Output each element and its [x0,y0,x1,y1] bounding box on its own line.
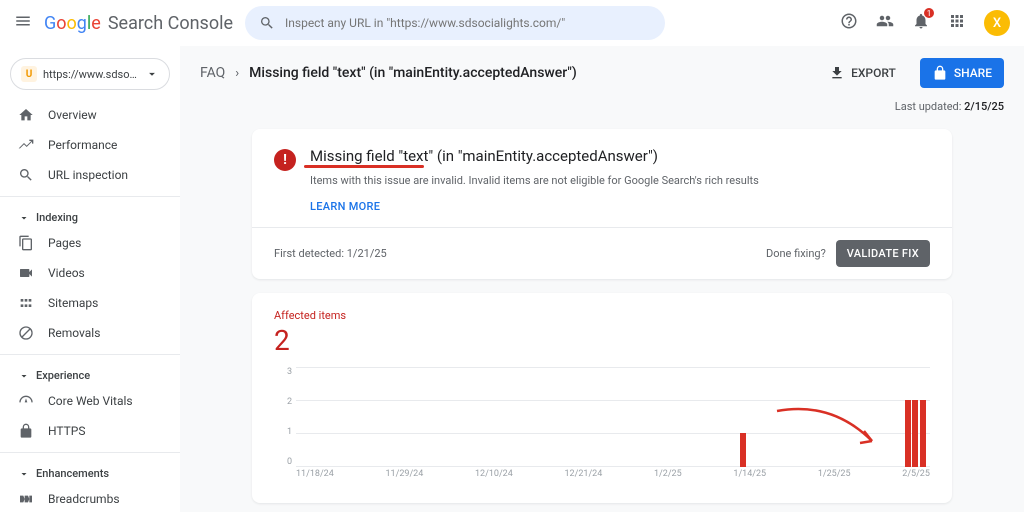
speed-icon [18,393,34,409]
nav-pages[interactable]: Pages [0,228,180,258]
download-icon [829,65,845,81]
nav-url-inspection[interactable]: URL inspection [0,160,180,190]
learn-more-link[interactable]: LEARN MORE [310,200,930,213]
avatar[interactable]: X [984,10,1010,36]
nav-breadcrumbs[interactable]: Breadcrumbs [0,484,180,512]
affected-chart: 3210 11/18/2411/29/2412/10/2412/21/241/2… [274,367,930,487]
section-enhancements[interactable]: Enhancements [0,459,180,484]
video-icon [18,265,34,281]
annotation-underline [304,165,424,168]
notification-badge: 1 [924,8,934,18]
x-axis: 11/18/2411/29/2412/10/2412/21/241/2/251/… [296,469,930,487]
nav-label: Removals [48,326,100,340]
share-button[interactable]: SHARE [920,58,1004,88]
chart-bar [740,433,746,466]
pages-icon [18,235,34,251]
property-selector[interactable]: U https://www.sdsocialig... [10,58,170,90]
last-updated: Last updated: 2/15/25 [200,100,1004,113]
property-label: https://www.sdsocialig... [43,68,139,81]
affected-label: Affected items [274,309,930,322]
home-icon [18,107,34,123]
nav-label: Sitemaps [48,296,98,310]
chevron-down-icon [145,67,159,81]
url-input[interactable] [285,16,651,30]
help-icon[interactable] [840,12,858,34]
affected-items-card: Affected items 2 3210 11/18/2411/29/2412… [252,293,952,503]
nav-cwv[interactable]: Core Web Vitals [0,386,180,416]
breadcrumb: FAQ › Missing field "text" (in "mainEnti… [200,46,1004,100]
chart-bar [912,400,918,467]
search-icon [259,15,275,31]
issue-title: Missing field "text" (in "mainEntity.acc… [310,147,658,165]
section-experience[interactable]: Experience [0,361,180,386]
apps-icon[interactable] [948,12,966,34]
nav-sitemaps[interactable]: Sitemaps [0,288,180,318]
section-indexing[interactable]: Indexing [0,203,180,228]
people-icon[interactable] [876,12,894,34]
crumb-current: Missing field "text" (in "mainEntity.acc… [249,65,577,81]
issue-card: ! Missing field "text" (in "mainEntity.a… [252,129,952,279]
nav-label: HTTPS [48,424,86,438]
issue-description: Items with this issue are invalid. Inval… [310,173,930,190]
nav-overview[interactable]: Overview [0,100,180,130]
chevron-right-icon: › [235,66,239,81]
product-logo[interactable]: Google Search Console [44,13,233,34]
main-content: FAQ › Missing field "text" (in "mainEnti… [180,46,1024,512]
first-detected: First detected: 1/21/25 [274,247,387,260]
chart-bar [920,400,926,467]
nav-label: Videos [48,266,85,280]
affected-count: 2 [274,324,930,357]
export-button[interactable]: EXPORT [829,65,896,81]
nav-label: Overview [48,108,97,122]
chart-bar [905,400,911,467]
crumb-root[interactable]: FAQ [200,65,225,81]
lock-icon [932,65,948,81]
nav-label: Performance [48,138,117,152]
top-icons: 1 X [840,10,1010,36]
nav-label: Pages [48,236,81,250]
breadcrumbs-icon [18,491,34,507]
menu-icon[interactable] [14,12,32,34]
y-axis: 3210 [274,367,292,467]
sidebar: U https://www.sdsocialig... Overview Per… [0,46,180,512]
chart-plot [296,367,930,467]
sitemap-icon [18,295,34,311]
property-favicon: U [21,66,37,82]
error-icon: ! [274,149,296,171]
nav-https[interactable]: HTTPS [0,416,180,446]
notifications-icon[interactable]: 1 [912,12,930,34]
nav-label: URL inspection [48,168,128,182]
validate-fix-button[interactable]: VALIDATE FIX [836,240,930,267]
annotation-arrow [772,401,892,461]
url-inspect-search[interactable] [245,6,665,40]
done-fixing-label: Done fixing? [766,247,826,260]
block-icon [18,325,34,341]
nav-label: Breadcrumbs [48,492,120,506]
search-icon [18,167,34,183]
chart-line-icon [18,137,34,153]
top-bar: Google Search Console 1 X [0,0,1024,46]
product-name: Search Console [108,13,233,34]
lock-icon [18,423,34,439]
nav-label: Core Web Vitals [48,394,133,408]
nav-performance[interactable]: Performance [0,130,180,160]
nav-removals[interactable]: Removals [0,318,180,348]
nav-videos[interactable]: Videos [0,258,180,288]
